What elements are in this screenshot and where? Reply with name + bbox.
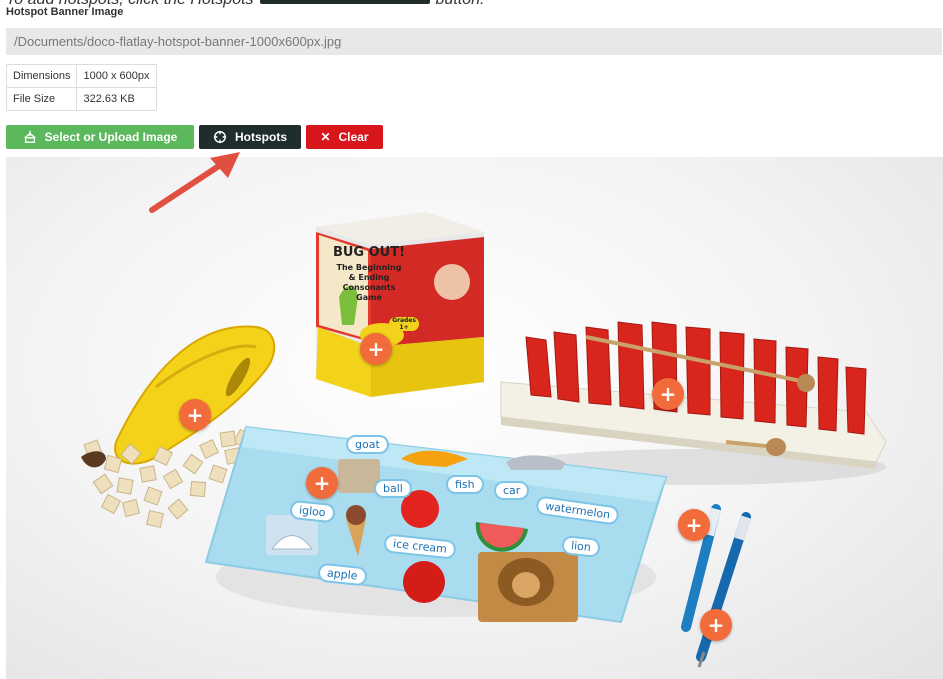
- banner-image-canvas[interactable]: BUG OUT! The Beginning & Ending Consonan…: [6, 157, 943, 679]
- box-line: Game: [356, 293, 382, 302]
- hotspot-marker[interactable]: +: [700, 609, 732, 641]
- select-upload-label: Select or Upload Image: [44, 130, 178, 144]
- box-line: The Beginning: [336, 263, 402, 272]
- hotspot-marker[interactable]: +: [360, 333, 392, 365]
- select-upload-image-button[interactable]: Select or Upload Image: [6, 125, 194, 149]
- hotspots-button[interactable]: Hotspots: [199, 125, 301, 149]
- mat-word-ball: ball: [374, 479, 412, 498]
- dimensions-value: 1000 x 600px: [76, 64, 157, 88]
- table-row: Dimensions 1000 x 600px: [5, 64, 157, 88]
- pointer-arrow: [149, 152, 240, 213]
- clear-button[interactable]: ✕ Clear: [306, 125, 383, 149]
- hotspot-marker[interactable]: +: [306, 467, 338, 499]
- banner-photo: [81, 212, 887, 668]
- box-line: & Ending: [348, 273, 390, 282]
- filesize-value: 322.63 KB: [76, 87, 157, 111]
- mat-word-goat: goat: [346, 435, 389, 454]
- image-meta-table: Dimensions 1000 x 600px File Size 322.63…: [5, 64, 157, 111]
- field-label: Hotspot Banner Image: [6, 6, 124, 18]
- hotspots-label: Hotspots: [235, 130, 287, 144]
- box-title: BUG OUT!: [332, 245, 406, 260]
- image-path-field[interactable]: [6, 28, 942, 55]
- hotspot-marker[interactable]: +: [179, 399, 211, 431]
- close-icon: ✕: [320, 130, 331, 144]
- filesize-label: File Size: [5, 87, 78, 111]
- upload-image-icon: [23, 130, 36, 143]
- hotspot-marker[interactable]: +: [652, 378, 684, 410]
- hotspot-marker[interactable]: +: [678, 509, 710, 541]
- inline-hotspots-button-image: [259, 0, 430, 5]
- clear-label: Clear: [338, 130, 369, 144]
- box-grades: Grades 1+: [389, 317, 419, 331]
- table-row: File Size 322.63 KB: [5, 87, 157, 111]
- mat-word-fish: fish: [446, 475, 484, 494]
- crosshair-icon: [213, 130, 227, 144]
- mat-word-car: car: [494, 481, 530, 500]
- dimensions-label: Dimensions: [5, 64, 78, 88]
- box-line: Consonants: [342, 283, 396, 292]
